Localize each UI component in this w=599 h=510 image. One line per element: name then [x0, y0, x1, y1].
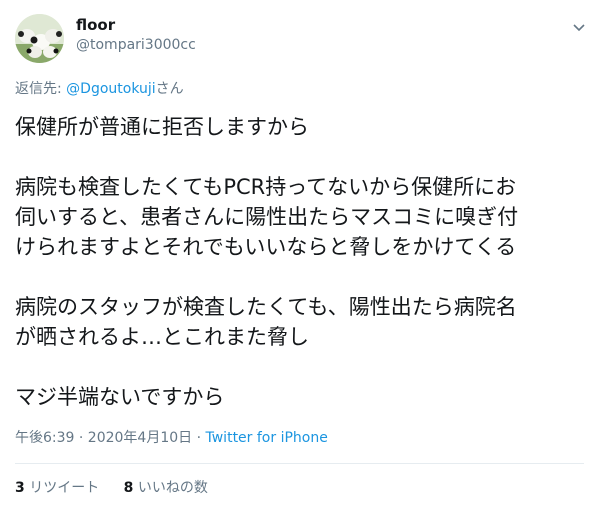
- reply-prefix: 返信先:: [15, 81, 67, 97]
- reply-to-line: 返信先: @Dgoutokujiさん: [15, 78, 184, 98]
- retweets-stat[interactable]: 3 リツイート: [15, 480, 99, 496]
- retweets-label: リツイート: [24, 480, 100, 496]
- reply-mention-link[interactable]: @Dgoutokuji: [66, 81, 156, 97]
- meta-separator: ·: [192, 430, 206, 446]
- likes-stat[interactable]: 8 いいねの数: [124, 480, 208, 496]
- chevron-down-icon[interactable]: [572, 18, 586, 32]
- user-handle[interactable]: @tompari3000cc: [76, 37, 196, 53]
- tweet-text: 保健所が普通に拒否しますから 病院も検査したくてもPCR持ってないから保健所にお…: [15, 115, 519, 409]
- tweet-timestamp[interactable]: 午後6:39 · 2020年4月10日: [15, 430, 192, 446]
- avatar[interactable]: [15, 14, 64, 63]
- reply-suffix: さん: [155, 81, 184, 97]
- tweet-card: floor @tompari3000cc 返信先: @Dgoutokujiさん …: [0, 0, 599, 510]
- tweet-source-link[interactable]: Twitter for iPhone: [206, 430, 328, 446]
- likes-label: いいねの数: [133, 480, 208, 496]
- tweet-stats: 3 リツイート 8 いいねの数: [15, 477, 228, 497]
- likes-count: 8: [123, 480, 134, 496]
- divider: [15, 463, 584, 464]
- avatar-image: [15, 14, 64, 63]
- tweet-meta: 午後6:39 · 2020年4月10日 · Twitter for iPhone: [15, 427, 328, 447]
- retweets-count: 3: [15, 480, 25, 496]
- tweet-header: floor @tompari3000cc: [15, 12, 590, 64]
- display-name[interactable]: floor: [76, 16, 115, 34]
